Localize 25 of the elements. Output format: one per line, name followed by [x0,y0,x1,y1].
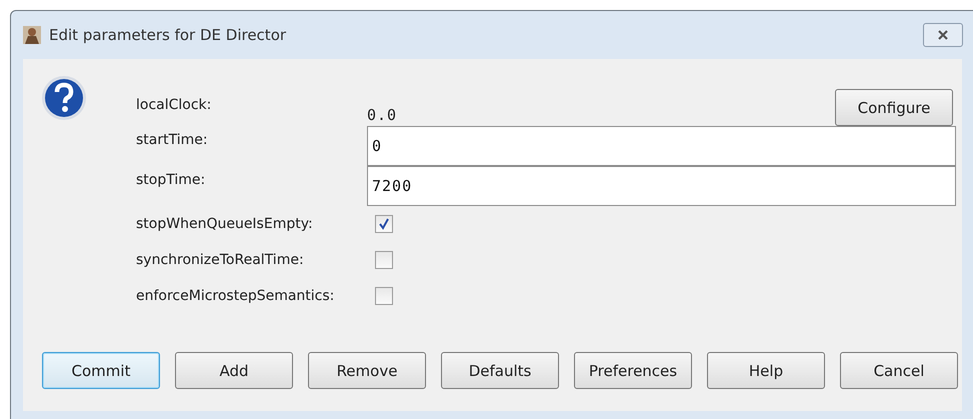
close-button[interactable] [923,23,963,47]
app-icon [23,26,41,44]
help-icon [41,75,87,121]
input-field[interactable]: 0 [367,126,956,166]
parameter-label: localClock: [136,96,212,113]
input-field[interactable]: 7200 [367,166,956,206]
checkbox[interactable] [375,251,393,269]
parameter-label: synchronizeToRealTime: [136,252,305,268]
window-title: Edit parameters for DE Director [49,26,286,44]
dialog-button[interactable]: Add [175,352,293,389]
configure-button[interactable]: Configure [835,89,953,126]
dialog-button[interactable]: Preferences [574,352,692,389]
dialog-button[interactable]: Cancel [840,352,958,389]
checkbox[interactable] [375,215,393,233]
dialog-button[interactable]: Help [707,352,825,389]
dialog-button[interactable]: Defaults [441,352,559,389]
checkbox[interactable] [375,287,393,305]
parameter-label: enforceMicrostepSemantics: [136,288,336,304]
parameter-value: 0.0 [367,104,398,124]
dialog-button[interactable]: Commit [42,352,160,389]
parameter-label: stopWhenQueueIsEmpty: [136,216,314,232]
parameter-label: stopTime: [136,171,206,188]
dialog-button[interactable]: Remove [308,352,426,389]
close-icon [936,30,950,40]
parameter-label: startTime: [136,131,209,148]
